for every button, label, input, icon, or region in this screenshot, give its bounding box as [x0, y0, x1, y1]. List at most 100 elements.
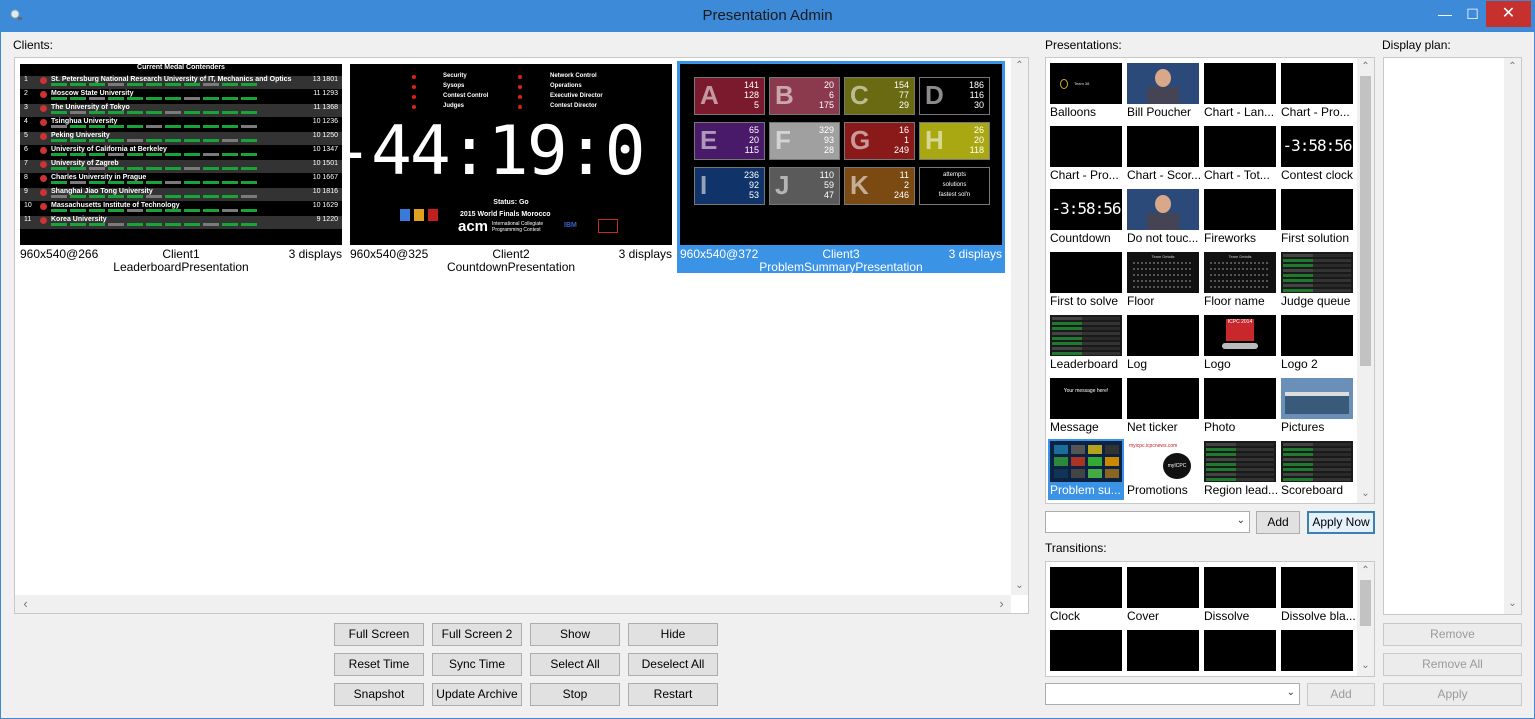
presentation-item[interactable]: Chart - Scor... [1125, 124, 1201, 185]
transition-combo[interactable]: ⌄ [1045, 683, 1300, 705]
deselect-all-button[interactable]: Deselect All [628, 653, 718, 676]
add-transition-button[interactable]: Add [1307, 683, 1375, 706]
presentations-scrollbar[interactable]: ⌃ ⌄ [1357, 58, 1374, 503]
add-presentation-button[interactable]: Add [1256, 511, 1300, 534]
presentation-item[interactable]: Team Details Floor name [1202, 250, 1278, 311]
presentation-item[interactable]: First solution [1279, 187, 1355, 248]
presentation-item[interactable]: Net ticker [1125, 376, 1201, 437]
stop-button[interactable]: Stop [530, 683, 620, 706]
problem-status-bar [127, 125, 143, 128]
transition-item[interactable] [1202, 628, 1278, 676]
presentation-item[interactable]: Judge queue [1279, 250, 1355, 311]
presentation-item[interactable]: Scoreboard [1279, 439, 1355, 500]
status-dot-icon [412, 85, 416, 89]
presentation-item[interactable]: Log [1125, 313, 1201, 374]
presentation-name: Chart - Scor... [1127, 168, 1201, 182]
presentation-thumbnail [1050, 441, 1122, 482]
role-label: Sysops [443, 83, 465, 89]
scroll-down-arrow[interactable]: ⌄ [1504, 598, 1521, 609]
restart-button[interactable]: Restart [628, 683, 718, 706]
scroll-up-arrow[interactable]: ⌃ [1011, 60, 1028, 71]
transition-item[interactable] [1125, 628, 1201, 676]
presentation-combo[interactable]: ⌄ [1045, 511, 1250, 533]
presentation-item[interactable]: myicpc.icpcnews.com myICPC Promotions [1125, 439, 1201, 500]
presentation-item[interactable]: -3:58:56 Contest clock [1279, 124, 1355, 185]
scroll-left-arrow[interactable]: ‹ [17, 596, 34, 611]
row-rank: 6 [24, 146, 28, 153]
transitions-scrollbar[interactable]: ⌃ ⌄ [1357, 562, 1374, 676]
clients-list[interactable]: Current Medal Contenders 1 St. Petersburg… [14, 57, 1029, 614]
title-bar[interactable]: Presentation Admin — ☐ ✕ [1, 1, 1534, 32]
clients-vertical-scrollbar[interactable]: ⌃ ⌄ [1011, 58, 1028, 595]
transition-item[interactable]: Clock [1048, 565, 1124, 626]
presentation-item[interactable]: Your message here! Message [1048, 376, 1124, 437]
presentations-list[interactable]: Team 38 Balloons Bill Poucher Chart - Lan..… [1045, 57, 1375, 504]
select-all-button[interactable]: Select All [530, 653, 620, 676]
presentation-item[interactable]: First to solve [1048, 250, 1124, 311]
display-plan-list[interactable]: ⌃ ⌄ [1383, 57, 1522, 615]
apply-now-button[interactable]: Apply Now [1307, 511, 1375, 534]
presentation-item[interactable]: Leaderboard [1048, 313, 1124, 374]
remove-button[interactable]: Remove [1383, 623, 1522, 646]
problem-status-bar [127, 195, 143, 198]
update-archive-button[interactable]: Update Archive [432, 683, 522, 706]
transition-item[interactable]: Dissolve [1202, 565, 1278, 626]
presentation-item[interactable]: Chart - Pro... [1279, 61, 1355, 122]
presentation-thumbnail: Your message here! [1050, 378, 1122, 419]
scroll-right-arrow[interactable]: › [993, 596, 1010, 611]
presentation-item[interactable]: ICPC 2014 Logo [1202, 313, 1278, 374]
scroll-down-arrow[interactable]: ⌄ [1011, 580, 1028, 591]
problem-status-bar [203, 153, 219, 156]
presentation-item[interactable]: Region lead... [1202, 439, 1278, 500]
presentation-item[interactable]: Bill Poucher [1125, 61, 1201, 122]
sync-time-button[interactable]: Sync Time [432, 653, 522, 676]
presentation-item[interactable]: Fireworks [1202, 187, 1278, 248]
minimize-button[interactable]: — [1431, 1, 1459, 27]
presentation-item[interactable]: Chart - Pro... [1048, 124, 1124, 185]
scroll-up-arrow[interactable]: ⌃ [1357, 565, 1374, 576]
scroll-down-arrow[interactable]: ⌄ [1357, 488, 1374, 499]
reset-time-button[interactable]: Reset Time [334, 653, 424, 676]
remove-all-button[interactable]: Remove All [1383, 653, 1522, 676]
row-team: Peking University [51, 132, 110, 139]
close-button[interactable]: ✕ [1486, 1, 1531, 27]
client-tile-3[interactable]: A 141 128 5 B 20 6 175 C 154 77 29 D 186 116 30 E 65 20 115… [677, 61, 1005, 274]
presentation-item[interactable]: Pictures [1279, 376, 1355, 437]
client-tile-2[interactable]: Security Network Control Sysops Operations C… [347, 61, 675, 274]
scroll-thumb[interactable] [1360, 580, 1371, 626]
transitions-list[interactable]: Clock Cover Dissolve Dissolve bla... ⌃ ⌄ [1045, 561, 1375, 677]
scroll-thumb[interactable] [1360, 76, 1371, 366]
clients-horizontal-scrollbar[interactable]: ‹ › [15, 595, 1011, 613]
snapshot-button[interactable]: Snapshot [334, 683, 424, 706]
presentation-item[interactable]: Photo [1202, 376, 1278, 437]
transition-item[interactable] [1279, 628, 1355, 676]
presentation-item[interactable]: Team 38 Balloons [1048, 61, 1124, 122]
display-plan-scrollbar[interactable]: ⌃ ⌄ [1504, 58, 1521, 614]
presentation-item[interactable]: Problem su... [1048, 439, 1124, 500]
presentation-item[interactable]: Do not touc... [1125, 187, 1201, 248]
problem-status-bar [165, 83, 181, 86]
apply-button[interactable]: Apply [1383, 683, 1522, 706]
problem-stat: 26 [973, 125, 984, 135]
clock-readout: -3:58:56 [1282, 136, 1352, 155]
presentation-thumbnail [1050, 315, 1122, 356]
presentation-item[interactable]: -3:58:56 Countdown [1048, 187, 1124, 248]
full-screen-2-button[interactable]: Full Screen 2 [432, 623, 522, 646]
transition-item[interactable]: Dissolve bla... [1279, 565, 1355, 626]
presentation-item[interactable]: Chart - Lan... [1202, 61, 1278, 122]
scroll-up-arrow[interactable]: ⌃ [1504, 61, 1521, 72]
problem-stat: 110 [819, 170, 834, 180]
scroll-down-arrow[interactable]: ⌄ [1357, 660, 1374, 671]
problem-status-bar [146, 223, 162, 226]
presentation-item[interactable]: Logo 2 [1279, 313, 1355, 374]
transition-item[interactable]: Cover [1125, 565, 1201, 626]
show-button[interactable]: Show [530, 623, 620, 646]
scroll-up-arrow[interactable]: ⌃ [1357, 61, 1374, 72]
transition-item[interactable] [1048, 628, 1124, 676]
presentation-item[interactable]: Chart - Tot... [1202, 124, 1278, 185]
presentation-item[interactable]: Team Details Floor [1125, 250, 1201, 311]
client-tile-1[interactable]: Current Medal Contenders 1 St. Petersburg… [17, 61, 345, 274]
hide-button[interactable]: Hide [628, 623, 718, 646]
maximize-button[interactable]: ☐ [1459, 1, 1486, 27]
full-screen-button[interactable]: Full Screen [334, 623, 424, 646]
